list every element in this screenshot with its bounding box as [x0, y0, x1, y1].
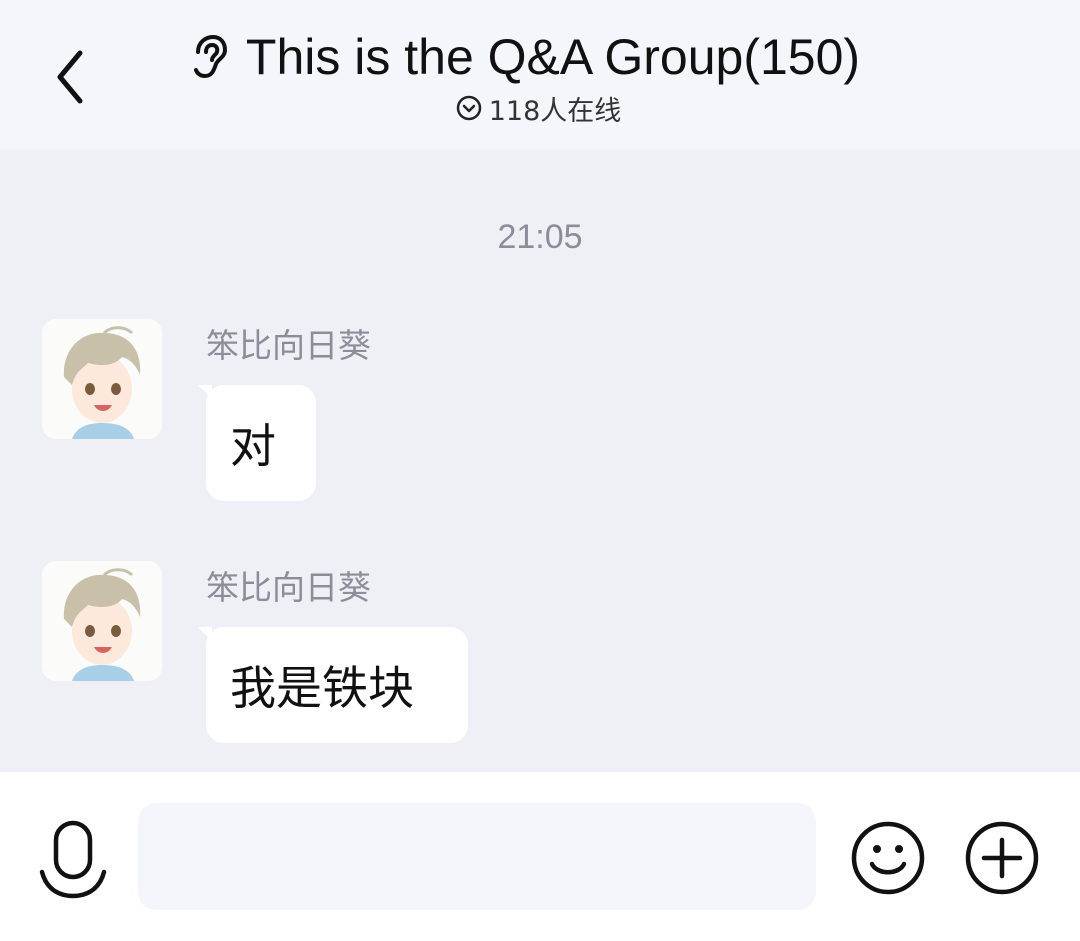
message-bubble[interactable]: 对 — [198, 385, 316, 501]
chat-header: This is the Q&A Group(150) 118人在线 — [0, 0, 1080, 150]
emoji-button[interactable] — [850, 820, 926, 896]
online-count: 118人在线 — [488, 95, 622, 127]
title-row[interactable]: This is the Q&A Group(150) — [0, 26, 1080, 88]
chat-title: This is the Q&A Group(150) — [245, 29, 861, 85]
microphone-icon — [39, 820, 107, 899]
avatar[interactable] — [42, 319, 162, 439]
voice-button[interactable] — [38, 820, 108, 900]
more-button[interactable] — [964, 820, 1040, 896]
sender-name[interactable]: 笨比向日葵 — [206, 319, 371, 367]
plus-circle-icon — [965, 821, 1039, 895]
message-timestamp: 21:05 — [497, 218, 583, 256]
ear-icon — [193, 34, 227, 79]
sender-name[interactable]: 笨比向日葵 — [206, 561, 371, 609]
message-input[interactable] — [138, 803, 816, 910]
message-bubble[interactable]: 我是铁块 — [198, 627, 468, 743]
chevron-down-circle-icon — [456, 95, 481, 121]
avatar[interactable] — [42, 561, 162, 681]
smiley-icon — [851, 821, 925, 895]
online-status[interactable]: 118人在线 — [0, 90, 1080, 127]
